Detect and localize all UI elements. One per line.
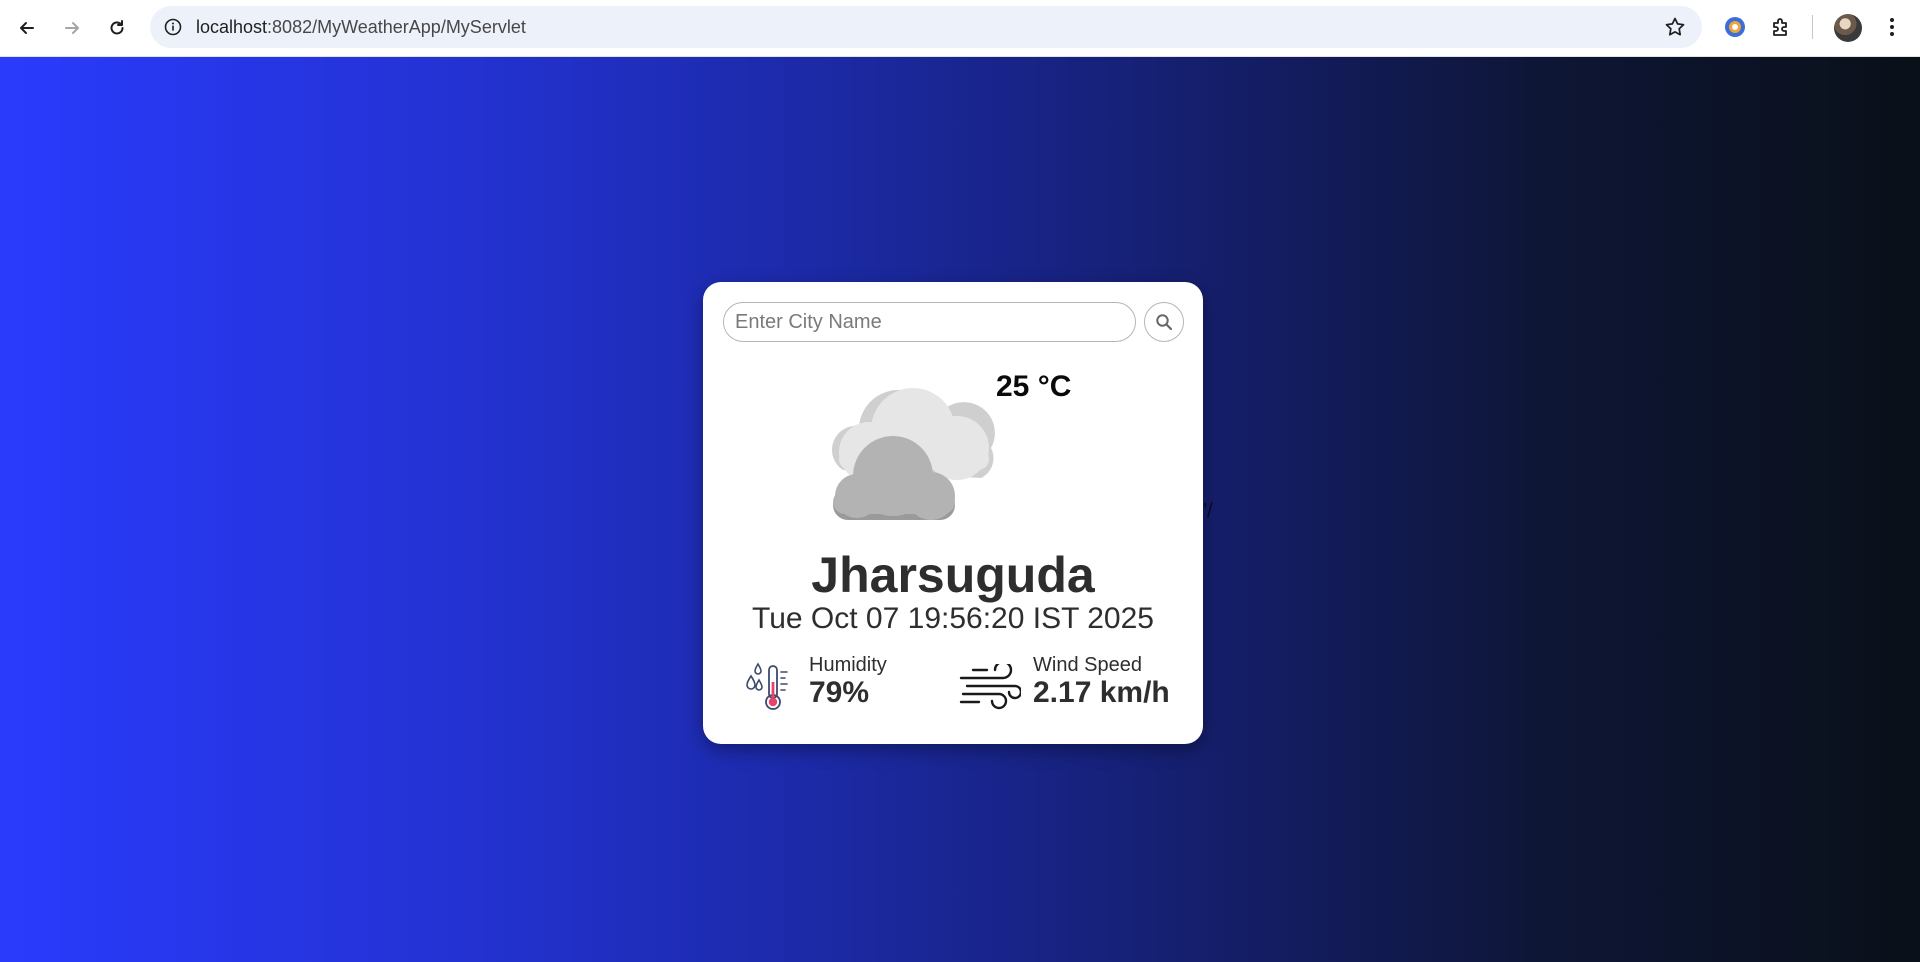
toolbar-divider <box>1812 15 1813 39</box>
wind-icon <box>959 664 1021 710</box>
bookmark-star-icon[interactable] <box>1664 16 1686 38</box>
url-path: :8082/MyWeatherApp/MyServlet <box>267 17 526 37</box>
date-time: Tue Oct 07 19:56:20 IST 2025 <box>752 602 1154 635</box>
site-info-icon[interactable] <box>162 16 184 38</box>
wind-speed-label: Wind Speed <box>1033 654 1142 676</box>
humidity-thermometer-icon <box>746 662 788 710</box>
url-host: localhost <box>196 17 268 37</box>
forward-button[interactable] <box>54 10 90 46</box>
reload-icon <box>110 20 124 35</box>
arrow-right-icon <box>65 22 79 34</box>
arrow-left-icon <box>20 22 34 34</box>
back-button[interactable] <box>9 10 45 46</box>
extensions-puzzle-icon[interactable] <box>1767 13 1795 41</box>
extension-icon[interactable] <box>1721 13 1749 41</box>
humidity-value: 79% <box>809 676 870 709</box>
cloudy-icon <box>831 388 995 520</box>
weather-card: 25 °C Jharsuguda Tue Oct 07 19:56:20 IST… <box>703 282 1203 744</box>
search-icon <box>1156 314 1173 331</box>
city-search-input[interactable] <box>723 302 1136 342</box>
temperature-value: 25 °C <box>996 370 1072 403</box>
address-url[interactable]: localhost:8082/MyWeatherApp/MyServlet <box>196 17 526 38</box>
humidity-label: Humidity <box>809 654 887 676</box>
page-background: "/ 25 °C Jharsuguda <box>0 57 1920 962</box>
search-button[interactable] <box>1144 302 1184 342</box>
reload-button[interactable] <box>99 10 135 46</box>
city-name: Jharsuguda <box>811 547 1095 603</box>
profile-avatar[interactable] <box>1834 14 1862 42</box>
wind-speed-value: 2.17 km/h <box>1033 676 1170 709</box>
address-bar[interactable]: localhost:8082/MyWeatherApp/MyServlet <box>150 6 1702 48</box>
menu-kebab-icon[interactable] <box>1878 13 1906 41</box>
browser-toolbar: localhost:8082/MyWeatherApp/MyServlet <box>0 0 1920 57</box>
